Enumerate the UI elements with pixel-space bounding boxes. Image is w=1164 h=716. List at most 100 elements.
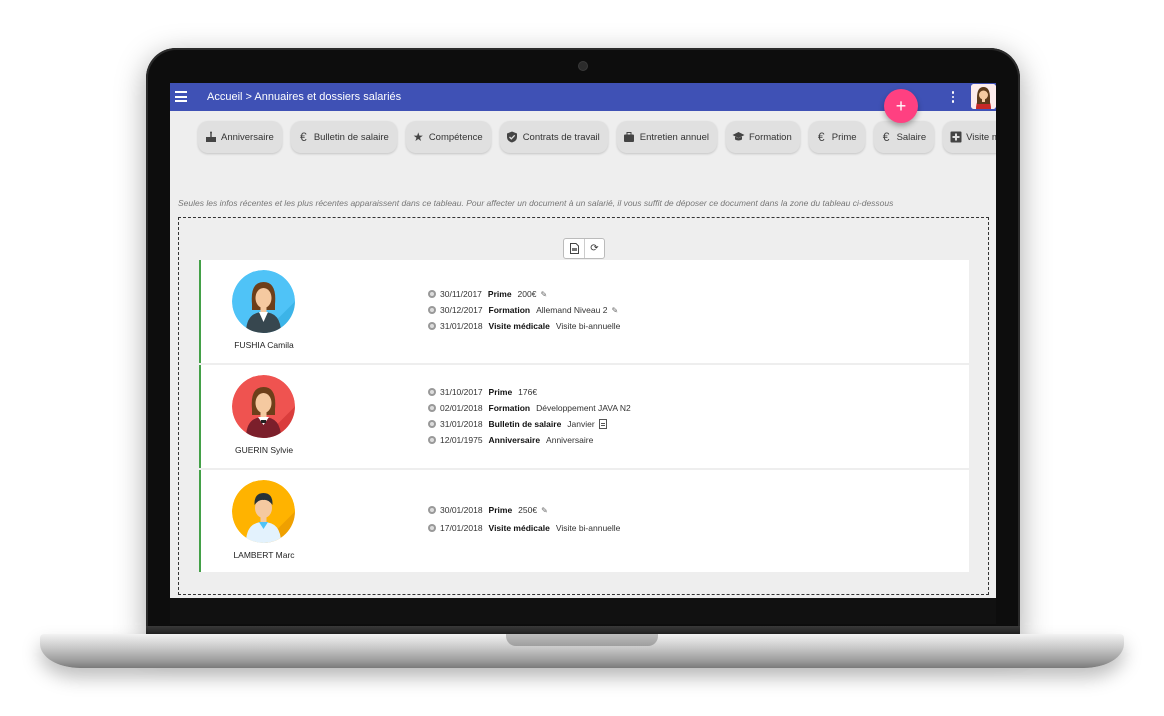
chip-formation[interactable]: Formation <box>725 121 800 153</box>
filter-chips: Anniversaire € Bulletin de salaire ★ Com… <box>198 121 996 155</box>
clock-icon <box>428 524 436 532</box>
edit-icon[interactable]: ✎ <box>611 306 618 315</box>
product-mockup: Accueil > Annuaires et dossiers salariés… <box>0 0 1164 716</box>
event-label: Visite bi-annuelle <box>555 523 621 533</box>
event-label: Visite bi-annuelle <box>555 321 621 331</box>
event-type: Formation <box>488 403 531 413</box>
event-label: Anniversaire <box>546 435 594 445</box>
event-type: Prime <box>488 387 513 397</box>
event-row: 30/12/2017 Formation Allemand Niveau 2 ✎ <box>428 302 620 318</box>
clock-icon <box>428 306 436 314</box>
event-date: 30/01/2018 <box>440 505 483 515</box>
chip-label: Entretien annuel <box>639 131 709 143</box>
info-text: Seules les infos récentes et les plus ré… <box>178 198 894 208</box>
chip-label: Bulletin de salaire <box>313 131 389 143</box>
event-row: 30/11/2017 Prime 200€ ✎ <box>428 286 620 302</box>
employee-avatar <box>232 480 295 543</box>
graduation-cap-icon <box>732 131 745 144</box>
event-label: Développement JAVA N2 <box>536 403 631 413</box>
employee-name: GUERIN Sylvie <box>234 445 294 455</box>
event-list: 30/11/2017 Prime 200€ ✎ 30/12/2017 Forma… <box>428 286 620 334</box>
chip-label: Contrats de travail <box>522 131 600 143</box>
event-row: 12/01/1975 Anniversaire Anniversaire <box>428 432 631 448</box>
event-date: 12/01/1975 <box>440 435 483 445</box>
menu-icon[interactable] <box>175 91 187 102</box>
event-date: 31/01/2018 <box>440 321 483 331</box>
chip-label: Salaire <box>896 131 927 143</box>
event-date: 30/12/2017 <box>440 305 483 315</box>
event-type: Bulletin de salaire <box>488 419 562 429</box>
chip-contrats-de-travail[interactable]: Contrats de travail <box>499 121 608 153</box>
user-avatar[interactable] <box>971 84 996 109</box>
chip-label: Formation <box>748 131 792 143</box>
medical-cross-icon <box>949 131 962 144</box>
chip-label: Compétence <box>428 131 483 143</box>
more-vert-icon[interactable] <box>950 91 956 104</box>
document-icon[interactable] <box>598 419 607 429</box>
clock-icon <box>428 420 436 428</box>
event-type: Prime <box>487 289 512 299</box>
event-date: 30/11/2017 <box>440 289 482 299</box>
chip-prime[interactable]: € Prime <box>808 121 865 153</box>
app-screen: Accueil > Annuaires et dossiers salariés… <box>170 83 996 598</box>
event-label: Allemand Niveau 2 <box>536 305 608 315</box>
event-list: 30/01/2018 Prime 250€ ✎ 17/01/2018 Visit… <box>428 502 620 536</box>
event-date: 31/10/2017 <box>440 387 483 397</box>
event-date: 17/01/2018 <box>440 523 483 533</box>
table-toolbar: ⟳ <box>563 238 605 259</box>
chip-anniversaire[interactable]: Anniversaire <box>198 121 282 153</box>
employee-avatar <box>232 375 295 438</box>
app-bar: Accueil > Annuaires et dossiers salariés <box>170 83 996 111</box>
breadcrumb: Accueil > Annuaires et dossiers salariés <box>207 91 402 103</box>
edit-icon[interactable]: ✎ <box>540 290 547 299</box>
event-date: 31/01/2018 <box>440 419 483 429</box>
laptop-notch <box>506 634 658 646</box>
euro-icon: € <box>882 130 890 144</box>
clock-icon <box>428 290 436 298</box>
shield-check-icon <box>506 131 519 144</box>
cake-icon <box>204 131 217 144</box>
chip-label: Prime <box>831 131 857 143</box>
euro-icon: € <box>299 130 307 144</box>
chip-label: Visite médicale <box>966 131 996 143</box>
chip-entretien-annuel[interactable]: Entretien annuel <box>616 121 717 153</box>
briefcase-icon <box>623 131 636 144</box>
chip-label: Anniversaire <box>221 131 274 143</box>
clock-icon <box>428 436 436 444</box>
event-type: Formation <box>488 305 531 315</box>
event-row: 02/01/2018 Formation Développement JAVA … <box>428 400 631 416</box>
add-button[interactable]: + <box>884 89 918 123</box>
event-list: 31/10/2017 Prime 176€ 02/01/2018 Formati… <box>428 384 631 448</box>
chip-bulletin-de-salaire[interactable]: € Bulletin de salaire <box>290 121 397 153</box>
laptop-bezel-bottom <box>170 598 996 624</box>
clock-icon <box>428 506 436 514</box>
clock-icon <box>428 322 436 330</box>
clock-icon <box>428 404 436 412</box>
event-date: 02/01/2018 <box>440 403 483 413</box>
export-pdf-icon[interactable] <box>564 239 584 258</box>
employee-name: FUSHIA Camila <box>234 340 294 350</box>
chip-salaire[interactable]: € Salaire <box>873 121 935 153</box>
chip-competence[interactable]: ★ Compétence <box>405 121 491 153</box>
event-type: Visite médicale <box>488 321 550 331</box>
event-row: 30/01/2018 Prime 250€ ✎ <box>428 502 620 518</box>
chip-visite-medicale[interactable]: Visite médicale <box>943 121 996 153</box>
clock-icon <box>428 388 436 396</box>
event-type: Visite médicale <box>488 523 550 533</box>
event-row: 31/01/2018 Bulletin de salaire Janvier <box>428 416 631 432</box>
refresh-icon[interactable]: ⟳ <box>584 239 604 258</box>
edit-icon[interactable]: ✎ <box>541 506 548 515</box>
event-type: Anniversaire <box>488 435 541 445</box>
webcam <box>579 62 587 70</box>
event-row: 17/01/2018 Visite médicale Visite bi-ann… <box>428 520 620 536</box>
event-type: Prime <box>488 505 513 515</box>
employee-card[interactable]: GUERIN Sylvie 31/10/2017 Prime 176€ 02/0… <box>199 365 969 468</box>
star-icon: ★ <box>412 130 424 144</box>
event-label: 200€ <box>517 289 537 299</box>
employee-avatar <box>232 270 295 333</box>
event-row: 31/10/2017 Prime 176€ <box>428 384 631 400</box>
employee-card[interactable]: FUSHIA Camila 30/11/2017 Prime 200€ ✎ 30… <box>199 260 969 363</box>
event-label: Janvier <box>567 419 595 429</box>
event-label: 250€ <box>518 505 538 515</box>
employee-card[interactable]: LAMBERT Marc 30/01/2018 Prime 250€ ✎ 17/… <box>199 470 969 572</box>
